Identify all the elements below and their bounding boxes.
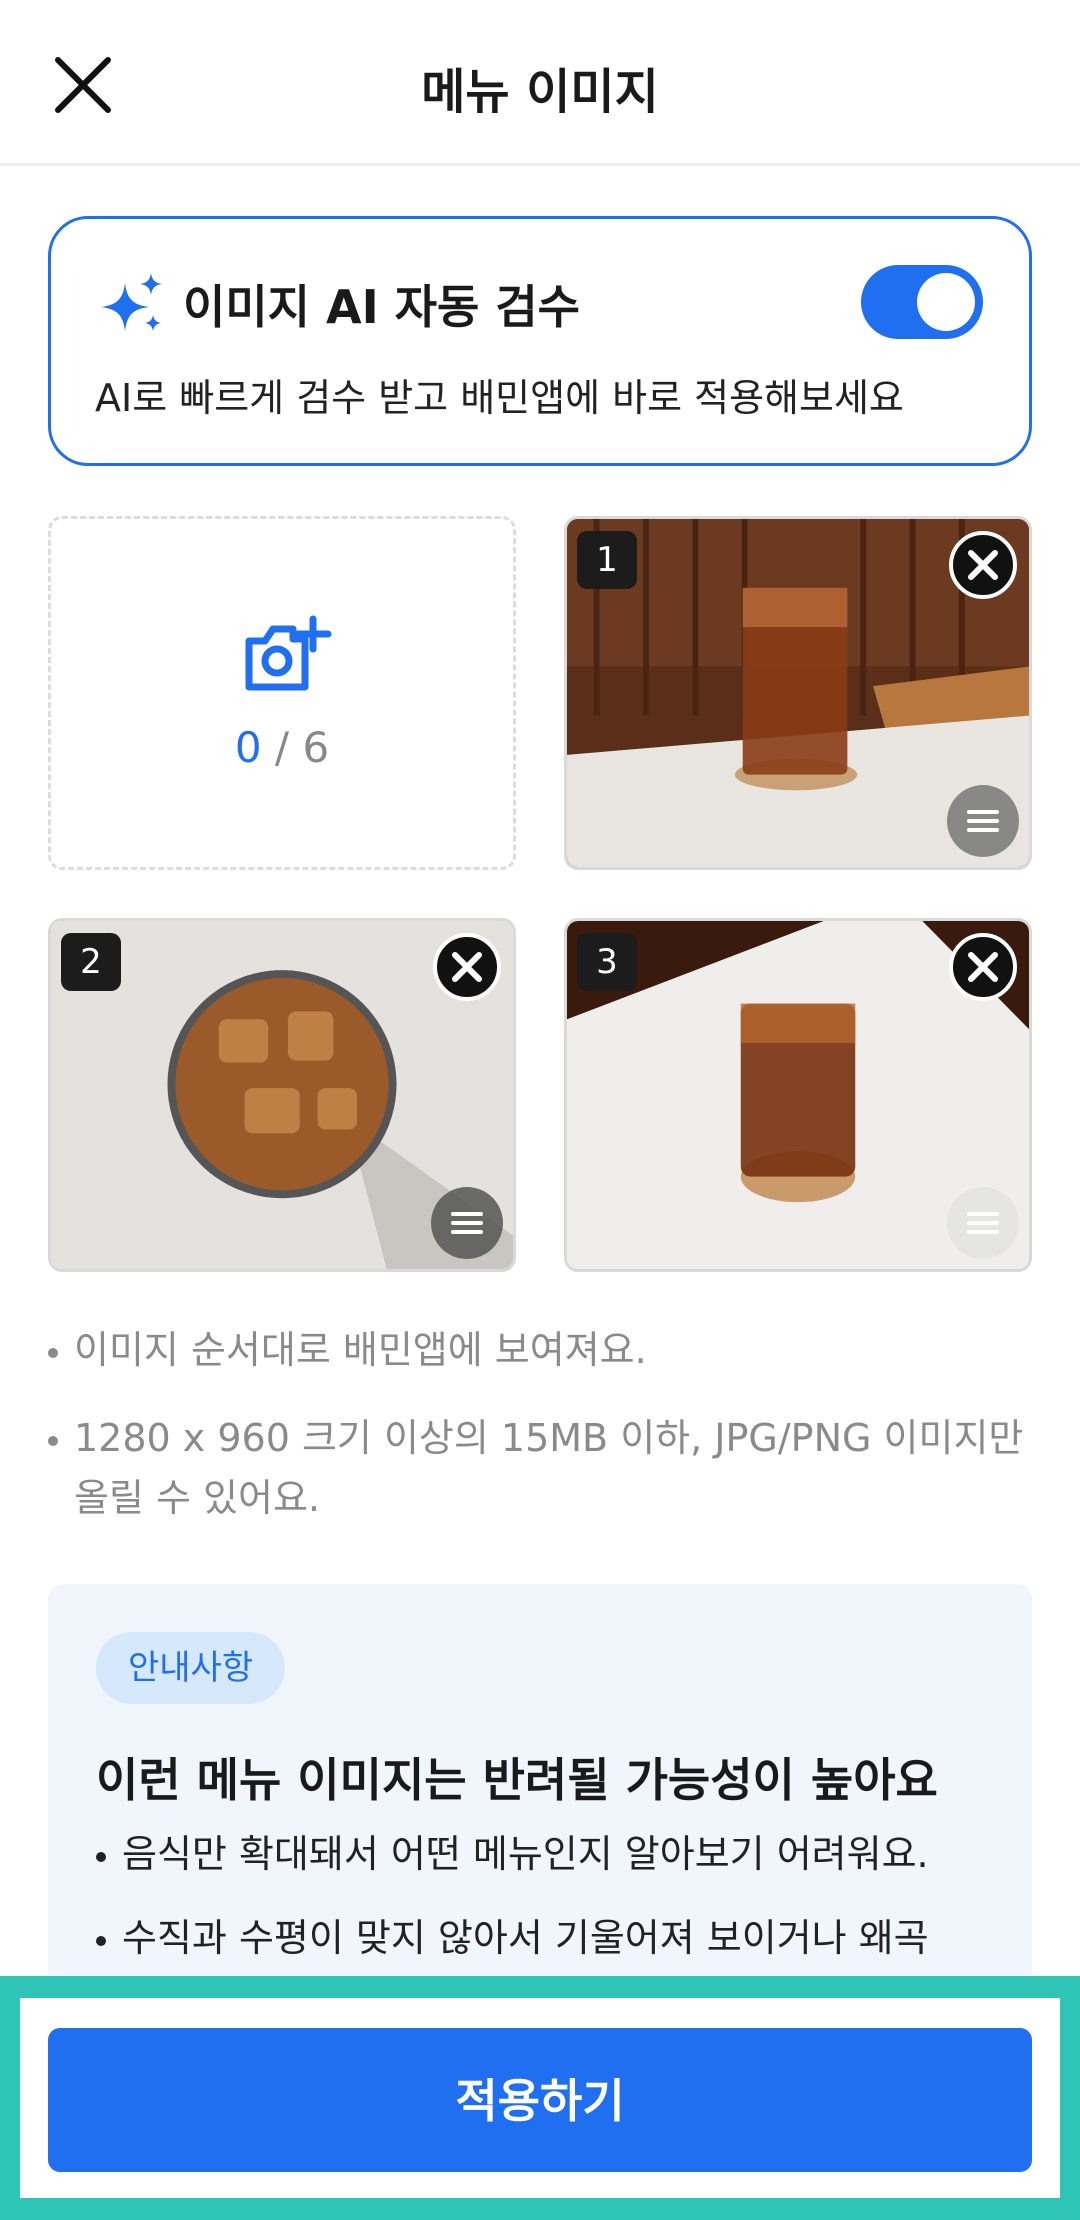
info-list: 음식만 확대돼서 어떤 메뉴인지 알아보기 어려워요. 수직과 수평이 맞지 않… xyxy=(96,1824,996,1992)
drag-handle-icon[interactable] xyxy=(431,1187,503,1259)
note-item: 1280 x 960 크기 이상의 15MB 이하, JPG/PNG 이미지만 … xyxy=(48,1408,1028,1528)
info-box: 안내사항 이런 메뉴 이미지는 반려될 가능성이 높아요 음식만 확대돼서 어떤… xyxy=(48,1584,1032,2004)
camera-plus-icon xyxy=(245,615,332,691)
image-order-badge: 1 xyxy=(577,531,637,589)
image-count-separator: / xyxy=(274,723,290,772)
info-item: 수직과 수평이 맞지 않아서 기울어져 보이거나 왜곡 xyxy=(96,1908,996,1968)
image-order-badge: 3 xyxy=(577,933,637,991)
menu-image-3[interactable]: 3 xyxy=(564,918,1032,1272)
ai-review-title: 이미지 AI 자동 검수 xyxy=(183,280,580,334)
drag-handle-icon[interactable] xyxy=(947,1187,1019,1259)
remove-image-icon[interactable] xyxy=(431,931,503,1003)
toggle-knob xyxy=(917,273,975,331)
info-item: 음식만 확대돼서 어떤 메뉴인지 알아보기 어려워요. xyxy=(96,1824,996,1884)
top-bar: 메뉴 이미지 xyxy=(0,0,1080,166)
remove-image-icon[interactable] xyxy=(947,931,1019,1003)
image-count: 0 / 6 xyxy=(51,723,513,772)
ai-review-description: AI로 빠르게 검수 받고 배민앱에 바로 적용해보세요 xyxy=(95,376,904,420)
drag-handle-icon[interactable] xyxy=(947,785,1019,857)
note-item: 이미지 순서대로 배민앱에 보여져요. xyxy=(48,1320,1028,1380)
image-count-max: 6 xyxy=(302,723,330,772)
remove-image-icon[interactable] xyxy=(947,529,1019,601)
image-order-badge: 2 xyxy=(61,933,121,991)
menu-image-1[interactable]: 1 xyxy=(564,516,1032,870)
upload-notes: 이미지 순서대로 배민앱에 보여져요. 1280 x 960 크기 이상의 15… xyxy=(48,1320,1028,1556)
bottom-inner: 적용하기 xyxy=(20,1998,1060,2198)
apply-button[interactable]: 적용하기 xyxy=(48,2028,1032,2172)
add-image-button[interactable]: 0 / 6 xyxy=(48,516,516,870)
info-tag: 안내사항 xyxy=(96,1632,286,1704)
image-count-current: 0 xyxy=(234,723,262,772)
sparkle-icon xyxy=(101,273,162,331)
info-title: 이런 메뉴 이미지는 반려될 가능성이 높아요 xyxy=(96,1753,938,1807)
menu-image-2[interactable]: 2 xyxy=(48,918,516,1272)
ai-review-card: 이미지 AI 자동 검수 AI로 빠르게 검수 받고 배민앱에 바로 적용해보세… xyxy=(48,216,1032,466)
bottom-bar: 적용하기 xyxy=(0,1976,1080,2220)
ai-review-toggle[interactable] xyxy=(861,265,983,339)
page-title: 메뉴 이미지 xyxy=(421,64,659,120)
